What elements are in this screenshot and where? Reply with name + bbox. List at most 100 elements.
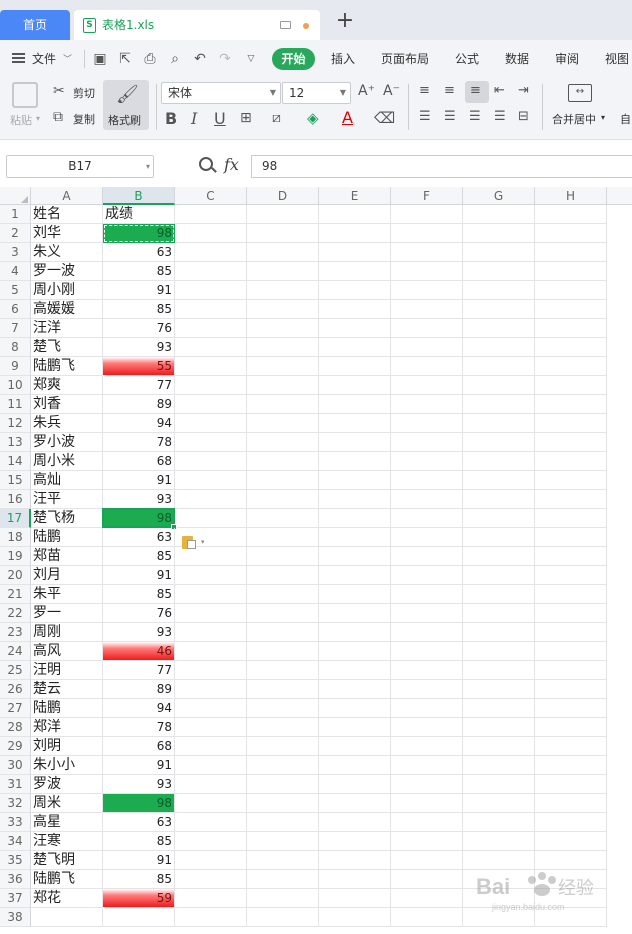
print-preview-icon[interactable]: ⌕ — [167, 51, 183, 67]
cell-empty[interactable] — [391, 642, 463, 661]
paste-button[interactable]: 粘贴 — [10, 112, 32, 128]
cell-empty[interactable] — [391, 794, 463, 813]
border-icon[interactable]: ⊞ — [240, 110, 252, 126]
cell-name[interactable]: 郑洋 — [31, 718, 103, 737]
cell-empty[interactable] — [391, 509, 463, 528]
cell-empty[interactable] — [319, 243, 391, 262]
cell-empty[interactable] — [463, 414, 535, 433]
cell-score[interactable]: 89 — [103, 680, 175, 699]
cell-empty[interactable] — [535, 547, 607, 566]
cell-score[interactable]: 63 — [103, 813, 175, 832]
cell-empty[interactable] — [175, 376, 247, 395]
cell-empty[interactable] — [247, 319, 319, 338]
cell-empty[interactable] — [463, 604, 535, 623]
cell-name[interactable]: 周米 — [31, 794, 103, 813]
cell-empty[interactable] — [463, 395, 535, 414]
insert-function-icon[interactable]: fx — [224, 155, 239, 174]
cell-empty[interactable] — [247, 642, 319, 661]
cell-empty[interactable] — [391, 699, 463, 718]
cell-empty[interactable] — [247, 395, 319, 414]
cell-empty[interactable] — [391, 376, 463, 395]
paste-options-icon[interactable] — [182, 535, 196, 549]
merge-center-button[interactable]: 合并居中 — [552, 111, 596, 127]
cell-empty[interactable] — [247, 262, 319, 281]
cell-score[interactable]: 91 — [103, 566, 175, 585]
cell-score[interactable]: 46 — [103, 642, 175, 661]
underline-icon[interactable]: U — [214, 109, 226, 128]
cell-empty[interactable] — [247, 813, 319, 832]
cell-empty[interactable] — [247, 433, 319, 452]
justify-icon[interactable]: ☰ — [494, 109, 506, 124]
align-center-icon[interactable]: ☰ — [444, 109, 456, 124]
row-header[interactable]: 16 — [0, 490, 31, 509]
cell-empty[interactable] — [463, 642, 535, 661]
italic-icon[interactable]: I — [191, 109, 197, 128]
row-header[interactable]: 26 — [0, 680, 31, 699]
redo-icon[interactable]: ↷ — [217, 51, 233, 67]
print-icon[interactable]: ⎙ — [142, 51, 158, 67]
cell-empty[interactable] — [175, 813, 247, 832]
cell-empty[interactable] — [319, 585, 391, 604]
cell-empty[interactable] — [247, 832, 319, 851]
cell-empty[interactable] — [175, 775, 247, 794]
cell-empty[interactable] — [535, 433, 607, 452]
cell-empty[interactable] — [175, 699, 247, 718]
scissors-icon[interactable]: ✂ — [53, 83, 65, 99]
cell-empty[interactable] — [175, 908, 247, 927]
cell-empty[interactable] — [319, 623, 391, 642]
row-header[interactable]: 10 — [0, 376, 31, 395]
cell-empty[interactable] — [463, 433, 535, 452]
cell-score[interactable]: 78 — [103, 718, 175, 737]
cell-name[interactable]: 朱兵 — [31, 414, 103, 433]
cell-empty[interactable] — [391, 604, 463, 623]
cell-score[interactable]: 94 — [103, 699, 175, 718]
cell-score[interactable]: 76 — [103, 319, 175, 338]
cell-empty[interactable] — [391, 737, 463, 756]
cell-empty[interactable] — [391, 680, 463, 699]
cell-empty[interactable] — [391, 319, 463, 338]
cell-empty[interactable] — [175, 585, 247, 604]
row-header[interactable]: 22 — [0, 604, 31, 623]
cell-empty[interactable] — [247, 490, 319, 509]
cell-name[interactable]: 郑花 — [31, 889, 103, 908]
row-header[interactable]: 24 — [0, 642, 31, 661]
row-header[interactable]: 29 — [0, 737, 31, 756]
cell-empty[interactable] — [175, 452, 247, 471]
column-header-h[interactable]: H — [535, 187, 607, 205]
column-header-e[interactable]: E — [319, 187, 391, 205]
cell-empty[interactable] — [535, 661, 607, 680]
cell-name[interactable]: 楚飞杨 — [31, 509, 103, 528]
cell-name[interactable]: 楚云 — [31, 680, 103, 699]
cell-empty[interactable] — [247, 756, 319, 775]
cell-empty[interactable] — [247, 471, 319, 490]
search-icon[interactable] — [199, 157, 213, 171]
cell-name[interactable]: 刘明 — [31, 737, 103, 756]
cell-empty[interactable] — [247, 566, 319, 585]
cell-empty[interactable] — [463, 376, 535, 395]
cell-empty[interactable] — [319, 813, 391, 832]
cell-score[interactable]: 85 — [103, 262, 175, 281]
row-header[interactable]: 3 — [0, 243, 31, 262]
cell-empty[interactable] — [175, 566, 247, 585]
cell-score[interactable]: 98 — [103, 794, 175, 813]
cell-empty[interactable] — [247, 376, 319, 395]
cell-empty[interactable] — [175, 395, 247, 414]
cell-empty[interactable] — [535, 642, 607, 661]
cell-empty[interactable] — [319, 224, 391, 243]
cell-empty[interactable] — [535, 509, 607, 528]
cell-empty[interactable] — [175, 262, 247, 281]
cell-empty[interactable] — [175, 281, 247, 300]
cell-empty[interactable] — [463, 813, 535, 832]
row-header[interactable]: 28 — [0, 718, 31, 737]
cell-empty[interactable] — [463, 547, 535, 566]
cell-empty[interactable] — [319, 528, 391, 547]
cell-empty[interactable] — [319, 300, 391, 319]
cell-empty[interactable] — [319, 604, 391, 623]
cell-empty[interactable] — [319, 737, 391, 756]
cell-empty[interactable] — [319, 642, 391, 661]
row-header[interactable]: 14 — [0, 452, 31, 471]
cell-empty[interactable] — [247, 300, 319, 319]
align-bottom-button[interactable]: ≡ — [465, 81, 489, 103]
cell-empty[interactable] — [175, 794, 247, 813]
cell-empty[interactable] — [247, 870, 319, 889]
